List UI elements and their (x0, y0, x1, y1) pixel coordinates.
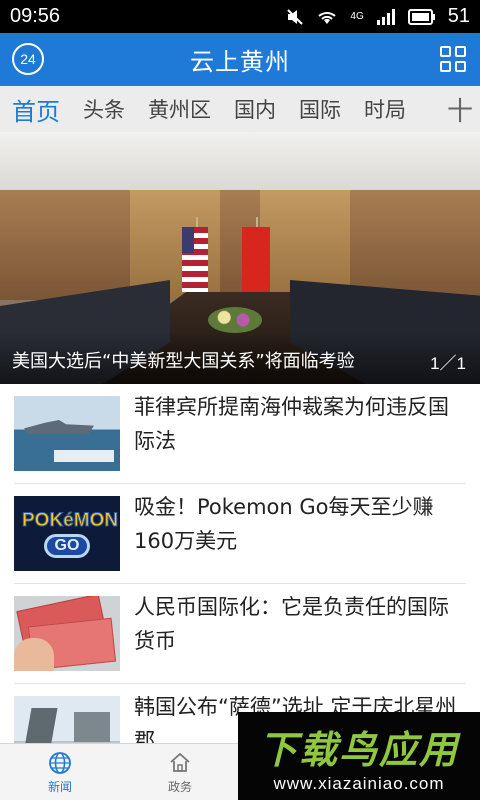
go-logo-text: GO (44, 534, 90, 558)
hero-photo-ceiling (0, 132, 480, 192)
news-item[interactable]: 人民币国际化：它是负责任的国际货币 (14, 584, 466, 684)
app-header: 24 云上黄州 (0, 33, 480, 86)
news-title: 人民币国际化：它是负责任的国际货币 (134, 595, 449, 653)
status-bar: 09:56 4G 51 (0, 0, 480, 33)
add-tab-button[interactable]: 十 (440, 86, 480, 132)
signal-icon (376, 8, 395, 25)
us-flag-image (182, 227, 208, 292)
news-title: 菲律宾所提南海仲裁案为何违反国际法 (134, 395, 449, 453)
network-type: 4G (350, 11, 364, 22)
tab-domestic[interactable]: 国内 (234, 94, 276, 124)
flower-arrangement-image (208, 307, 262, 333)
tab-international[interactable]: 国际 (299, 94, 341, 124)
hero-caption: 美国大选后“中美新型大国关系”将面临考验 (12, 351, 355, 372)
weather-badge[interactable]: 24 (12, 43, 44, 75)
hero-banner[interactable]: 美国大选后“中美新型大国关系”将面临考验 1／1 (0, 132, 480, 384)
battery-icon (407, 8, 435, 25)
news-item[interactable]: 菲律宾所提南海仲裁案为何违反国际法 (14, 384, 466, 484)
nav-government-label: 政务 (167, 779, 192, 794)
slide-counter: 1／1 (430, 354, 466, 373)
app-title: 云上黄州 (190, 48, 290, 76)
nav-news[interactable]: 新闻 (0, 744, 120, 800)
mute-icon (287, 8, 304, 25)
news-item[interactable]: POKéMON GO 吸金！Pokemon Go每天至少赚160万美元 (14, 484, 466, 584)
government-building-icon (170, 752, 190, 772)
watermark-brand: 下载鸟应用 (258, 727, 459, 772)
battery-percent: 51 (447, 5, 470, 27)
tab-huangzhou[interactable]: 黄州区 (148, 94, 211, 124)
pokemon-logo-text: POKéMON (22, 510, 119, 532)
watermark-logo: 下载鸟应用 www.xiazainiao.com (238, 712, 480, 800)
news-title: 吸金！Pokemon Go每天至少赚160万美元 (134, 495, 434, 553)
wifi-icon (318, 11, 337, 24)
tab-home[interactable]: 首页 (12, 92, 60, 127)
pokemon-go-thumbnail: POKéMON GO (14, 496, 120, 571)
globe-icon (49, 751, 71, 774)
watermark-url: www.xiazainiao.com (273, 773, 445, 793)
nav-news-label: 新闻 (47, 779, 72, 794)
rmb-thumbnail (14, 596, 120, 671)
warship-thumbnail (14, 396, 120, 471)
grid-menu-icon[interactable] (440, 46, 466, 72)
tab-current-affairs[interactable]: 时局 (364, 94, 406, 124)
china-flag-image (242, 227, 270, 293)
status-icons: 4G 51 (286, 5, 470, 28)
tab-headlines[interactable]: 头条 (83, 94, 125, 124)
hero-photo-wall (0, 190, 480, 300)
status-time: 09:56 (10, 5, 61, 27)
nav-government[interactable]: 政务 (120, 744, 240, 800)
category-tabs: 首页 头条 黄州区 国内 国际 时局 十 (0, 86, 480, 132)
